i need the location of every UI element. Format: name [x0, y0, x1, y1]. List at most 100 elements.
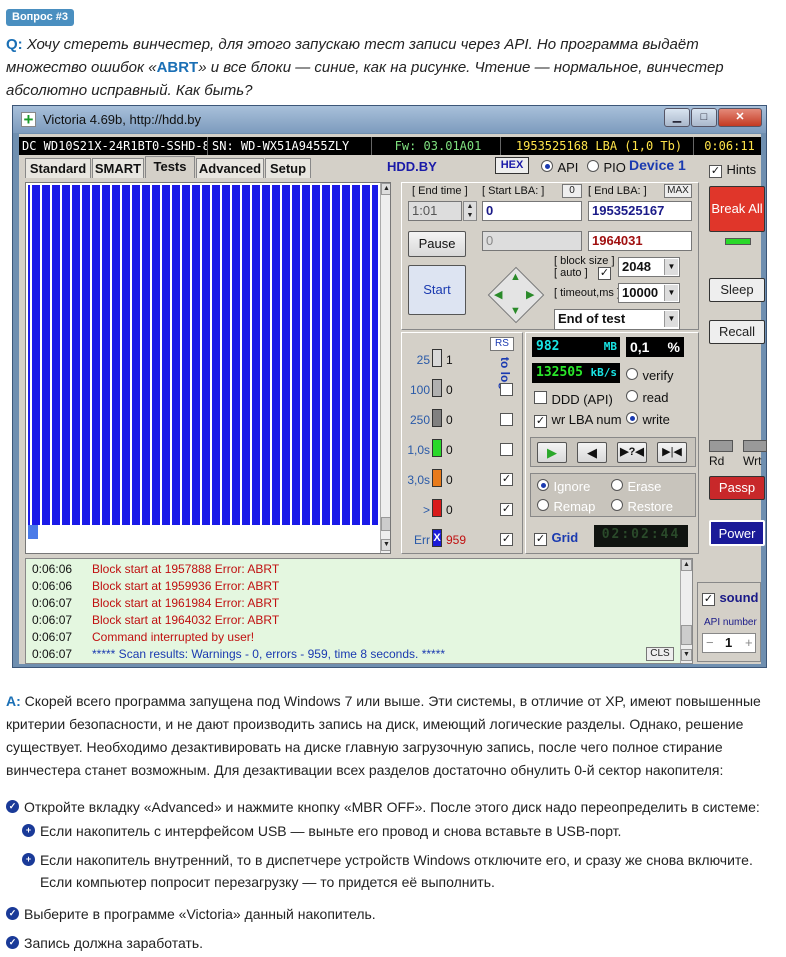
- sound-checkbox[interactable]: ✓ sound: [702, 589, 758, 607]
- end-lba-max-button[interactable]: MAX: [664, 184, 692, 198]
- pause-button[interactable]: Pause: [408, 231, 466, 257]
- scroll-down-icon[interactable]: ▼: [681, 649, 692, 661]
- counter-value: 0: [446, 443, 453, 457]
- counter-value: 1: [446, 353, 453, 367]
- start-lba-reset-button[interactable]: 0: [562, 184, 582, 198]
- ddd-checkbox[interactable]: DDD (API): [534, 391, 613, 409]
- hints-checkbox[interactable]: ✓ Hints: [709, 161, 756, 179]
- end-time-spinner[interactable]: ▲ ▼: [463, 201, 477, 221]
- timeout-label: [ timeout,ms ]: [554, 287, 621, 299]
- block-size-text: [ block size ]: [554, 255, 615, 267]
- grid-checkbox[interactable]: ✓ Grid: [534, 529, 578, 547]
- maximize-button[interactable]: □: [691, 108, 717, 127]
- dpad-up-icon[interactable]: ▲: [510, 271, 521, 283]
- remap-radio[interactable]: Remap: [537, 498, 595, 516]
- event-log: 0:06:06 Block start at 1957888 Error: ABR…: [25, 558, 693, 664]
- end-of-test-select[interactable]: End of test ▼: [554, 309, 680, 330]
- log-checkbox[interactable]: ✓: [500, 473, 513, 486]
- scan-settings-panel: [ End time ] 1:01 ▲ ▼ [ Start LBA: ] 0 0 …: [401, 182, 699, 330]
- start-button[interactable]: Start: [408, 265, 466, 315]
- model-field: DC WD10S21X-24R1BT0-SSHD-8: [19, 137, 208, 155]
- hints-check: ✓: [709, 165, 722, 178]
- scroll-up-icon[interactable]: ▲: [381, 183, 390, 195]
- counter-color-box: [432, 379, 442, 397]
- ignore-radio[interactable]: Ignore: [537, 478, 590, 496]
- hdd-by-link[interactable]: HDD.BY: [387, 159, 437, 174]
- timeout-select[interactable]: 10000 ▼: [618, 283, 680, 303]
- tab-setup[interactable]: Setup: [265, 158, 311, 178]
- read-radio-dot: [626, 390, 638, 402]
- api-number-spinner[interactable]: − 1 +: [702, 633, 756, 653]
- minus-icon[interactable]: −: [706, 635, 714, 650]
- end-time-field[interactable]: 1:01: [408, 201, 462, 221]
- counter-color-box: X: [432, 529, 442, 547]
- api-radio[interactable]: API: [541, 159, 578, 177]
- verify-radio[interactable]: verify: [626, 367, 674, 385]
- start-lba-field[interactable]: 0: [482, 201, 582, 221]
- minimize-button[interactable]: ▁: [664, 108, 690, 127]
- close-button[interactable]: ✕: [718, 108, 762, 127]
- log-checkbox[interactable]: [500, 413, 513, 426]
- break-all-button[interactable]: Break All: [709, 186, 765, 232]
- skip-unknown-icon[interactable]: ▶?◀: [617, 442, 647, 463]
- end-lba-field[interactable]: 1953525167: [588, 201, 692, 221]
- title-bar: + Victoria 4.69b, http://hdd.by ▁ □ ✕: [13, 106, 766, 133]
- log-checkbox[interactable]: ✓: [500, 503, 513, 516]
- counter-row: >0 ✓: [404, 499, 522, 521]
- log-time: 0:06:07: [32, 613, 73, 627]
- ddd-label: DDD (API): [551, 392, 613, 407]
- hex-button[interactable]: HEX: [495, 157, 529, 174]
- dpad-down-icon[interactable]: ▼: [510, 305, 521, 317]
- wr-lba-checkbox[interactable]: ✓ wr LBA num: [534, 411, 622, 429]
- scroll-thumb[interactable]: [381, 517, 390, 531]
- pio-radio-dot: [587, 160, 599, 172]
- read-radio[interactable]: read: [626, 389, 668, 407]
- step-5: ✓ Запись должна заработать.: [6, 932, 780, 954]
- grid-check: ✓: [534, 533, 547, 546]
- log-scrollbar[interactable]: ▲ ▼: [680, 559, 692, 663]
- firmware-field: Fw: 03.01A01: [373, 137, 501, 155]
- end-of-test-value: End of test: [558, 311, 626, 326]
- scroll-thumb[interactable]: [681, 625, 692, 645]
- tab-smart[interactable]: SMART: [92, 158, 144, 178]
- plus-icon[interactable]: +: [745, 635, 753, 650]
- dpad-left-icon[interactable]: ◀: [494, 288, 502, 301]
- plus-circle-icon: +: [22, 824, 35, 837]
- tab-standard[interactable]: Standard: [25, 158, 91, 178]
- erase-radio[interactable]: Erase: [611, 478, 661, 496]
- recall-button[interactable]: Recall: [709, 320, 765, 344]
- play-icon[interactable]: ▶: [537, 442, 567, 463]
- app-icon: +: [21, 111, 36, 128]
- log-checkbox[interactable]: ✓: [500, 533, 513, 546]
- auto-checkbox[interactable]: ✓: [598, 267, 611, 280]
- counter-color-box: [432, 499, 442, 517]
- tab-advanced[interactable]: Advanced: [196, 158, 264, 178]
- restore-radio[interactable]: Restore: [611, 498, 673, 516]
- block-size-select[interactable]: 2048 ▼: [618, 257, 680, 277]
- log-checkbox[interactable]: [500, 383, 513, 396]
- log-row: 0:06:07 Command interrupted by user!: [32, 629, 254, 646]
- sleep-button[interactable]: Sleep: [709, 278, 765, 302]
- scroll-down-icon[interactable]: ▼: [381, 539, 390, 551]
- playback-controls: ▶ ◀ ▶?◀ ▶|◀: [530, 437, 696, 467]
- dpad-right-icon[interactable]: ▶: [526, 288, 534, 301]
- step-2-text: Если накопитель с интерфейсом USB — вынь…: [40, 823, 622, 839]
- log-checkbox[interactable]: [500, 443, 513, 456]
- direction-pad[interactable]: ▲ ▼ ◀ ▶: [484, 263, 548, 327]
- api-number-label: API number: [704, 617, 757, 628]
- back-icon[interactable]: ◀: [577, 442, 607, 463]
- counter-row: 100 0: [404, 379, 522, 401]
- end-skip-icon[interactable]: ▶|◀: [657, 442, 687, 463]
- grid-scrollbar[interactable]: ▲ ▼: [380, 183, 390, 553]
- write-radio[interactable]: write: [626, 411, 670, 429]
- tab-tests[interactable]: Tests: [145, 156, 195, 178]
- percent-unit: %: [667, 339, 680, 355]
- scroll-up-icon[interactable]: ▲: [681, 559, 692, 571]
- cls-button[interactable]: CLS: [646, 647, 674, 661]
- power-button[interactable]: Power: [709, 520, 765, 546]
- client-area: DC WD10S21X-24R1BT0-SSHD-8 SN: WD-WX51A9…: [19, 134, 767, 664]
- passp-button[interactable]: Passp: [709, 476, 765, 500]
- step-4: ✓ Выберите в программе «Victoria» данный …: [6, 903, 780, 925]
- pio-radio[interactable]: PIO: [587, 159, 626, 177]
- mb-unit: MB: [603, 340, 617, 353]
